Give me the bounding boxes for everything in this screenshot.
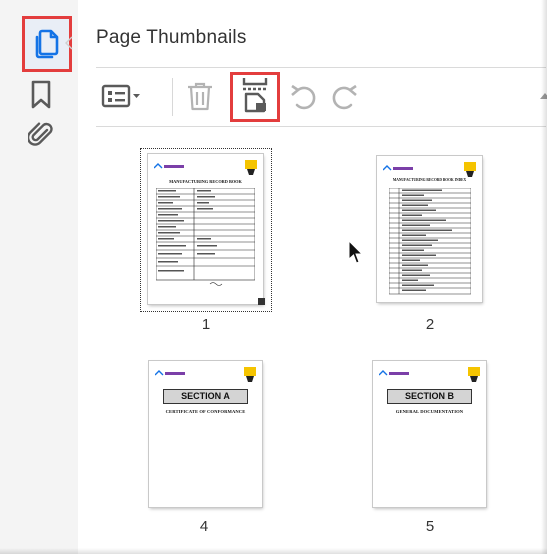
rotate-clockwise-button[interactable] xyxy=(326,76,362,116)
thumbnail-page-1[interactable]: MANUFACTURING RECORD BOOK 1 xyxy=(140,148,272,338)
cat-logo-icon xyxy=(245,160,257,175)
page-number: 1 xyxy=(201,316,211,333)
attachments-button[interactable] xyxy=(22,116,60,154)
rotate-counterclockwise-button[interactable] xyxy=(286,76,322,116)
form-table xyxy=(156,188,255,286)
company-logo-icon xyxy=(383,165,413,171)
cat-logo-icon xyxy=(464,162,476,177)
page-preview: SECTION B GENERAL DOCUMENTATION xyxy=(373,361,486,507)
page-title: MANUFACTURING RECORD BOOK INDEX xyxy=(392,178,467,182)
divider xyxy=(96,126,546,127)
rotate-clockwise-icon xyxy=(332,84,357,110)
acrobat-sidebar-window: Page Thumbnails MANUFACTURING RECORD BOO… xyxy=(0,0,547,554)
page-preview: MANUFACTURING RECORD BOOK INDEX xyxy=(377,156,482,302)
extract-pages-button[interactable] xyxy=(233,75,277,115)
company-logo-icon xyxy=(154,163,184,169)
extract-pages-icon xyxy=(242,78,268,113)
collapse-panel-chevron-icon[interactable] xyxy=(64,36,74,50)
cat-logo-icon xyxy=(468,367,480,382)
thumbnail-options-button[interactable] xyxy=(98,76,146,116)
page-preview: MANUFACTURING RECORD BOOK xyxy=(148,154,263,304)
company-logo-icon xyxy=(379,370,409,376)
cat-logo-icon xyxy=(244,367,256,382)
thumbnail-page-2[interactable]: MANUFACTURING RECORD BOOK INDEX 2 xyxy=(368,148,500,338)
page-number: 4 xyxy=(199,518,209,535)
pages-icon xyxy=(35,29,59,59)
window-shadow xyxy=(0,548,547,554)
bookmark-icon xyxy=(31,80,51,109)
page-header-logos xyxy=(383,162,476,178)
mouse-cursor-icon xyxy=(348,240,364,264)
thumbnail-page-4[interactable]: SECTION A CERTIFICATE OF CONFORMANCE 4 xyxy=(140,352,272,542)
page-thumbnails-panel: Page Thumbnails MANUFACTURING RECORD BOO… xyxy=(78,0,547,554)
toolbar-separator xyxy=(172,78,173,116)
company-logo-icon xyxy=(155,370,185,376)
page-header-logos xyxy=(155,367,256,383)
thumbnails-toolbar xyxy=(96,72,547,122)
resize-handle-icon[interactable] xyxy=(258,298,265,305)
divider xyxy=(96,67,546,68)
page-header-logos xyxy=(379,367,480,383)
page-header-logos xyxy=(154,160,257,176)
section-subtitle: CERTIFICATE OF CONFORMANCE xyxy=(165,409,246,414)
thumbnail-options-icon xyxy=(101,84,140,108)
navigation-rail xyxy=(0,0,78,554)
bookmarks-button[interactable] xyxy=(22,76,60,114)
thumbnail-page-5[interactable]: SECTION B GENERAL DOCUMENTATION 5 xyxy=(364,352,496,542)
paperclip-icon xyxy=(28,122,53,146)
window-shadow xyxy=(541,0,547,554)
page-title: MANUFACTURING RECORD BOOK xyxy=(169,179,242,184)
section-heading: SECTION B xyxy=(387,389,472,404)
panel-title: Page Thumbnails xyxy=(96,27,247,48)
section-heading: SECTION A xyxy=(163,389,248,404)
delete-pages-button[interactable] xyxy=(180,76,220,116)
page-preview: SECTION A CERTIFICATE OF CONFORMANCE xyxy=(149,361,262,507)
section-subtitle: GENERAL DOCUMENTATION xyxy=(395,409,464,414)
trash-icon xyxy=(188,82,212,111)
page-number: 2 xyxy=(425,316,435,333)
index-table xyxy=(389,188,471,295)
rotate-counterclockwise-icon xyxy=(291,84,316,110)
page-number: 5 xyxy=(425,518,435,535)
